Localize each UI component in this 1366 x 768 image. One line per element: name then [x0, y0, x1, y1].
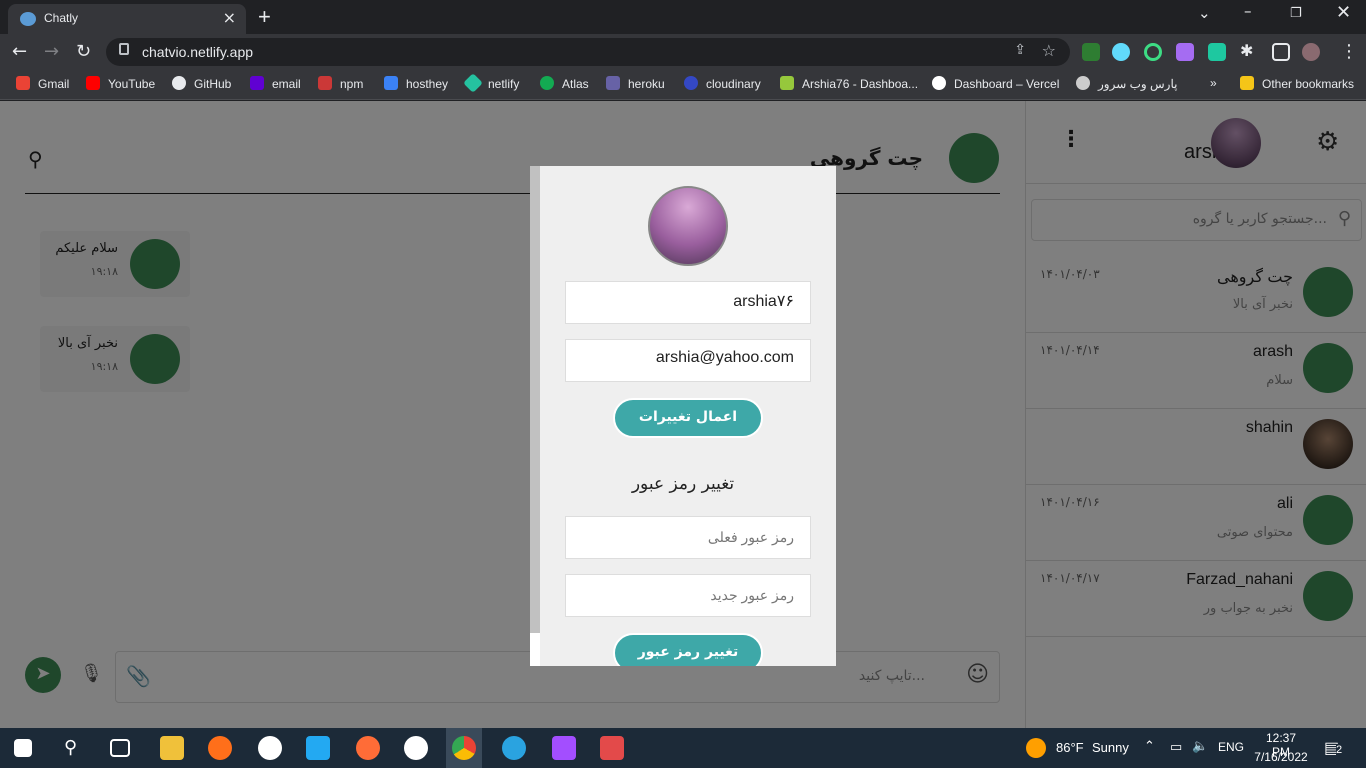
show-hidden-icons[interactable]: ⌃: [1144, 738, 1155, 754]
apply-changes-button[interactable]: اعمال تغییرات: [613, 398, 763, 438]
share-icon[interactable]: ⇪: [1014, 42, 1026, 58]
gmail-icon: [16, 76, 30, 90]
npm-icon: [318, 76, 332, 90]
weather-temp[interactable]: 86°F: [1056, 740, 1084, 755]
menu-kebab-icon[interactable]: ⋮: [1340, 41, 1358, 62]
extension-icon[interactable]: [1176, 43, 1194, 61]
minimize-icon[interactable]: –: [1244, 2, 1252, 20]
bookmark-star-icon[interactable]: ☆: [1042, 41, 1056, 60]
back-icon[interactable]: ←: [12, 41, 27, 62]
change-password-button[interactable]: تغییر رمز عبور: [613, 633, 763, 666]
postman-icon[interactable]: [356, 736, 380, 760]
vercel-icon: [932, 76, 946, 90]
bookmark-arshia76-dashboard[interactable]: Arshia76 - Dashboa...: [780, 76, 918, 91]
chrome-icon[interactable]: [452, 736, 476, 760]
weather-text[interactable]: Sunny: [1092, 740, 1129, 755]
bookmark-youtube[interactable]: YouTube: [86, 76, 155, 91]
browser-toolbar: ← → ↻ chatvio.netlify.app ⇪ ☆ ✱ ⋮: [0, 34, 1366, 70]
github-icon: [172, 76, 186, 90]
address-bar[interactable]: chatvio.netlify.app ⇪ ☆: [106, 38, 1070, 66]
extension-icon[interactable]: [1208, 43, 1226, 61]
netlify-icon: [463, 73, 483, 93]
bookmark-gmail[interactable]: Gmail: [16, 76, 69, 91]
page: ⚲ چت گروهی سلام علیکم ۱۹:۱۸ نخبر آی بالا…: [0, 101, 1366, 728]
task-view-icon[interactable]: [110, 739, 130, 757]
app-icon[interactable]: [600, 736, 624, 760]
battery-icon[interactable]: ▭: [1170, 739, 1182, 755]
extension-icon[interactable]: [1144, 43, 1162, 61]
windows-start-icon[interactable]: [14, 739, 32, 757]
profile-avatar[interactable]: [1302, 43, 1320, 61]
heroku-icon: [606, 76, 620, 90]
side-panel-icon[interactable]: [1272, 43, 1290, 61]
windows-taskbar: ⚲ 86°F Sunny ⌃ ▭ 🔈 ENG 12:37 PM 7/16/202…: [0, 728, 1366, 768]
new-tab-button[interactable]: +: [258, 4, 271, 30]
bookmark-cloudinary[interactable]: cloudinary: [684, 76, 761, 91]
telegram-icon[interactable]: [502, 736, 526, 760]
restore-icon[interactable]: ❐: [1290, 6, 1302, 21]
volume-icon[interactable]: 🔈: [1192, 738, 1208, 754]
scrollbar-track: [530, 633, 540, 666]
current-password-field[interactable]: رمز عبور فعلی: [565, 516, 811, 559]
email-field[interactable]: arshia@yahoo.com: [565, 339, 811, 382]
cloudinary-icon: [684, 76, 698, 90]
tab-chatly[interactable]: Chatly ×: [8, 4, 246, 34]
chat-favicon-icon: [20, 12, 36, 26]
bookmark-netlify[interactable]: netlify: [463, 73, 519, 93]
atlas-icon: [540, 76, 554, 90]
tab-search-icon[interactable]: ⌄: [1198, 4, 1211, 22]
url-text[interactable]: chatvio.netlify.app: [142, 44, 253, 60]
bookmark-heroku[interactable]: heroku: [606, 76, 665, 91]
bookmark-email[interactable]: email: [250, 76, 301, 91]
hosthey-icon: [384, 76, 398, 90]
bookmark-npm[interactable]: npm: [318, 76, 363, 91]
tab-strip: Chatly × + ⌄ – ❐ ✕: [0, 0, 1366, 34]
yahoo-icon: [250, 76, 264, 90]
mongodb-compass-icon[interactable]: [404, 736, 428, 760]
clock-date[interactable]: 7/16/2022: [1253, 750, 1309, 764]
tab-title: Chatly: [44, 11, 79, 25]
vscode-icon[interactable]: [306, 736, 330, 760]
more-bookmarks-button[interactable]: »: [1210, 76, 1217, 90]
youtube-icon: [86, 76, 100, 90]
close-tab-icon[interactable]: ×: [223, 8, 236, 27]
bookmark-github[interactable]: GitHub: [172, 76, 231, 91]
language-indicator[interactable]: ENG: [1218, 740, 1244, 754]
change-password-title: تغییر رمز عبور: [631, 474, 735, 494]
firefox-icon[interactable]: [208, 736, 232, 760]
app-icon[interactable]: [258, 736, 282, 760]
bookmark-atlas[interactable]: Atlas: [540, 76, 589, 91]
scrollbar[interactable]: [530, 166, 540, 633]
close-window-icon[interactable]: ✕: [1336, 2, 1351, 23]
forward-icon[interactable]: →: [44, 41, 59, 62]
phpstorm-icon[interactable]: [552, 736, 576, 760]
other-bookmarks[interactable]: Other bookmarks: [1240, 76, 1354, 91]
folder-icon: [1240, 76, 1254, 90]
dashboard-icon: [780, 76, 794, 90]
globe-icon: [1076, 76, 1090, 90]
extensions-puzzle-icon[interactable]: ✱: [1240, 41, 1253, 60]
username-field[interactable]: arshia۷۶: [565, 281, 811, 324]
extension-icon[interactable]: [1082, 43, 1100, 61]
profile-settings-modal: arshia۷۶ arshia@yahoo.com اعمال تغییرات …: [530, 166, 836, 666]
bookmark-vercel[interactable]: Dashboard – Vercel: [932, 76, 1059, 91]
file-explorer-icon[interactable]: [160, 736, 184, 760]
weather-sun-icon[interactable]: [1026, 738, 1046, 758]
reload-icon[interactable]: ↻: [76, 41, 91, 62]
bookmark-pars-web-server[interactable]: پارس وب سرور: [1076, 76, 1177, 91]
new-password-field[interactable]: رمز عبور جدید: [565, 574, 811, 617]
profile-photo[interactable]: [648, 186, 728, 266]
react-devtools-icon[interactable]: [1112, 43, 1130, 61]
bookmark-hosthey[interactable]: hosthey: [384, 76, 448, 91]
lock-icon: [119, 43, 129, 55]
notification-count: 2: [1336, 744, 1343, 756]
bookmarks-bar: Gmail YouTube GitHub email npm hosthey n…: [0, 70, 1366, 100]
search-icon[interactable]: ⚲: [64, 737, 77, 758]
